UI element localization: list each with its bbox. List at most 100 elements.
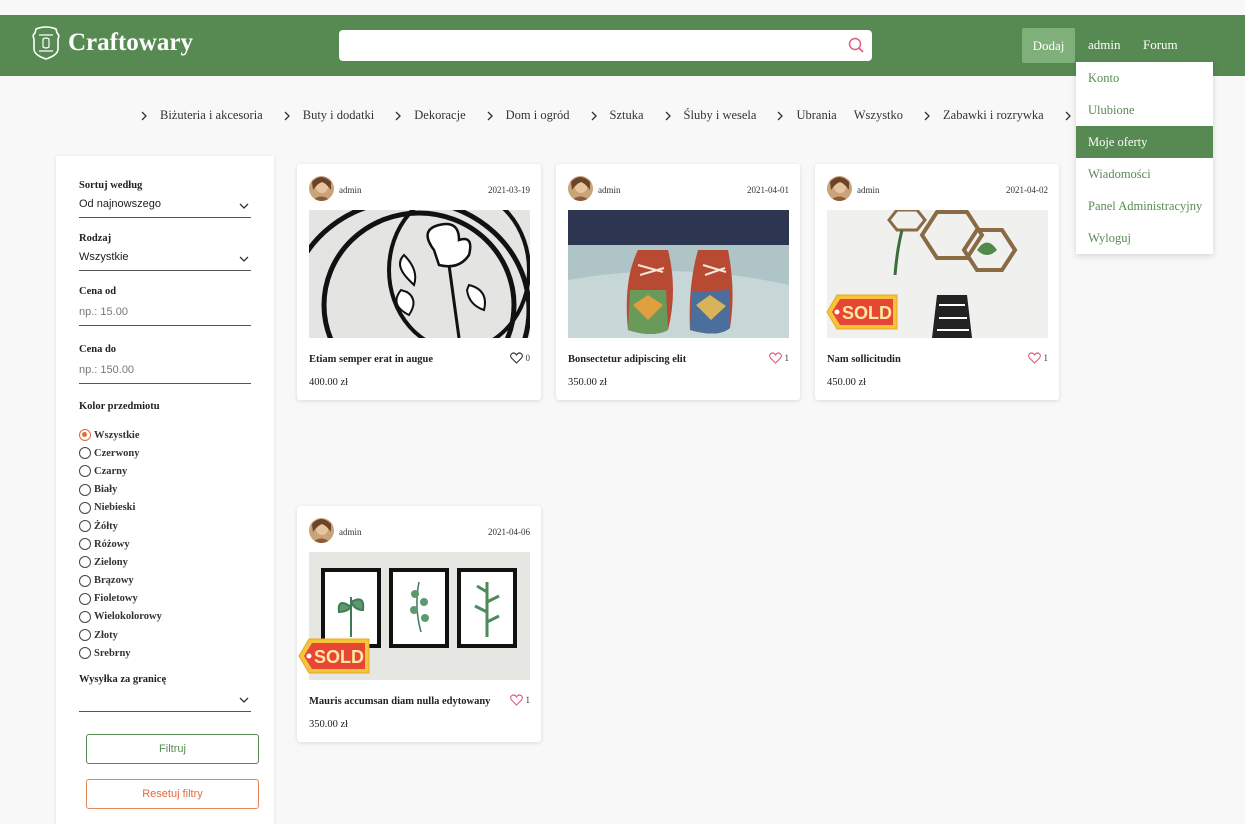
radio-label: Złoty (94, 629, 118, 641)
product-title[interactable]: Mauris accumsan diam nulla edytowany (309, 696, 490, 707)
like-counter[interactable]: 1 (509, 694, 530, 706)
avatar[interactable] (309, 176, 334, 201)
radio-circle-icon[interactable] (79, 574, 91, 587)
menu-item-account[interactable]: Konto (1076, 62, 1213, 94)
radio-circle-icon[interactable] (79, 501, 91, 514)
like-counter[interactable]: 1 (1027, 352, 1048, 364)
type-select-value: Wszystkie (79, 251, 129, 263)
product-author[interactable]: admin (339, 527, 362, 537)
heart-icon[interactable] (509, 352, 523, 364)
radio-circle-icon[interactable] (79, 483, 91, 496)
like-counter[interactable]: 1 (768, 352, 789, 364)
color-radio-option[interactable]: Złoty (79, 626, 162, 644)
product-author[interactable]: admin (339, 185, 362, 195)
color-radio-option[interactable]: Wszystkie (79, 426, 162, 444)
category-link[interactable]: Ubrania (776, 108, 837, 123)
menu-item-logout[interactable]: Wyloguj (1076, 222, 1213, 254)
avatar[interactable] (309, 518, 334, 543)
product-image[interactable] (568, 210, 789, 338)
heart-icon[interactable] (509, 694, 523, 706)
product-card[interactable]: admin 2021-03-19 Etiam semper erat in augu… (297, 164, 541, 400)
radio-circle-icon[interactable] (79, 465, 91, 478)
price-to-input[interactable]: np.: 150.00 (79, 364, 251, 384)
color-radio-option[interactable]: Żółty (79, 517, 162, 535)
sold-badge-text: SOLD (314, 647, 364, 667)
chevron-right-icon (665, 111, 671, 120)
sort-select[interactable]: Od najnowszego (79, 198, 251, 218)
logo-shield-icon (32, 26, 60, 60)
color-radio-option[interactable]: Czerwony (79, 444, 162, 462)
color-label: Kolor przedmiotu (79, 401, 160, 412)
radio-circle-icon[interactable] (79, 520, 91, 533)
radio-circle-icon[interactable] (79, 647, 91, 660)
product-title[interactable]: Etiam semper erat in augue (309, 354, 433, 365)
category-link[interactable]: Zabawki i rozrywka (923, 108, 1044, 123)
color-radio-option[interactable]: Niebieski (79, 499, 162, 517)
color-radio-option[interactable]: Czarny (79, 462, 162, 480)
like-counter[interactable]: 0 (509, 352, 530, 364)
product-date: 2021-03-19 (488, 185, 530, 195)
product-card[interactable]: admin 2021-04-06 SOLD Mauris accumsan diam … (297, 506, 541, 742)
logo[interactable]: Craftowary (30, 25, 193, 61)
shipping-select[interactable] (79, 692, 251, 712)
color-radio-option[interactable]: Zielony (79, 553, 162, 571)
menu-item-admin-panel[interactable]: Panel Administracyjny (1076, 190, 1213, 222)
filter-button[interactable]: Filtruj (86, 734, 259, 764)
category-label: Śluby i wesela (683, 108, 757, 122)
category-link[interactable]: Śluby i wesela (664, 108, 757, 123)
radio-circle-icon[interactable] (79, 538, 91, 551)
radio-circle-icon[interactable] (79, 429, 91, 442)
type-select[interactable]: Wszystkie (79, 251, 251, 271)
reset-filters-button[interactable]: Resetuj filtry (86, 779, 259, 809)
color-radio-option[interactable]: Brązowy (79, 572, 162, 590)
radio-circle-icon[interactable] (79, 629, 91, 642)
product-title[interactable]: Nam sollicitudin (827, 354, 901, 365)
heart-icon[interactable] (1027, 352, 1041, 364)
top-header: Craftowary Dodaj admin Forum (0, 15, 1245, 76)
product-image[interactable] (309, 210, 530, 338)
category-link[interactable]: Biżuteria i akcesoria (140, 108, 263, 123)
avatar[interactable] (827, 176, 852, 201)
radio-circle-icon[interactable] (79, 610, 91, 623)
chevron-down-icon (239, 697, 249, 703)
menu-item-my-offers[interactable]: Moje oferty (1076, 126, 1213, 158)
product-title[interactable]: Bonsectetur adipiscing elit (568, 354, 686, 365)
radio-circle-icon[interactable] (79, 592, 91, 605)
price-from-label: Cena od (79, 286, 117, 297)
heart-icon[interactable] (768, 352, 782, 364)
category-link[interactable]: Sztuka (590, 108, 644, 123)
category-link[interactable]: Buty i dodatki (283, 108, 374, 123)
product-date: 2021-04-06 (488, 527, 530, 537)
menu-item-favorites[interactable]: Ulubione (1076, 94, 1213, 126)
radio-label: Żółty (94, 520, 118, 532)
category-link[interactable]: Wszystko (854, 108, 903, 123)
avatar[interactable] (568, 176, 593, 201)
category-link[interactable]: Dekoracje (394, 108, 466, 123)
add-offer-button[interactable]: Dodaj (1022, 28, 1075, 63)
chevron-right-icon (141, 111, 147, 120)
menu-item-messages[interactable]: Wiadomości (1076, 158, 1213, 190)
radio-circle-icon[interactable] (79, 556, 91, 569)
product-card[interactable]: admin 2021-04-01 Bonsectetur adipiscing el… (556, 164, 800, 400)
price-from-input[interactable]: np.: 15.00 (79, 306, 251, 326)
product-price: 350.00 zł (309, 719, 349, 730)
color-radio-option[interactable]: Srebrny (79, 644, 162, 662)
radio-label: Niebieski (94, 502, 136, 514)
chevron-right-icon (284, 111, 290, 120)
search-input[interactable] (339, 30, 872, 61)
search-icon[interactable] (848, 37, 864, 53)
color-radio-option[interactable]: Fioletowy (79, 590, 162, 608)
category-link[interactable]: Dom i ogród (486, 108, 570, 123)
price-to-label: Cena do (79, 344, 117, 355)
user-menu-toggle[interactable]: admin (1088, 37, 1121, 53)
product-card[interactable]: admin 2021-04-02 SOLD Nam sollicitudin 1 450.… (815, 164, 1059, 400)
radio-label: Biały (94, 484, 118, 496)
color-radio-option[interactable]: Biały (79, 481, 162, 499)
product-author[interactable]: admin (598, 185, 621, 195)
product-author[interactable]: admin (857, 185, 880, 195)
color-radio-option[interactable]: Wielokolorowy (79, 608, 162, 626)
radio-circle-icon[interactable] (79, 447, 91, 460)
color-radio-option[interactable]: Różowy (79, 535, 162, 553)
forum-link[interactable]: Forum (1143, 37, 1178, 53)
category-bar: Biżuteria i akcesoria Buty i dodatki Dekor… (140, 108, 1118, 123)
